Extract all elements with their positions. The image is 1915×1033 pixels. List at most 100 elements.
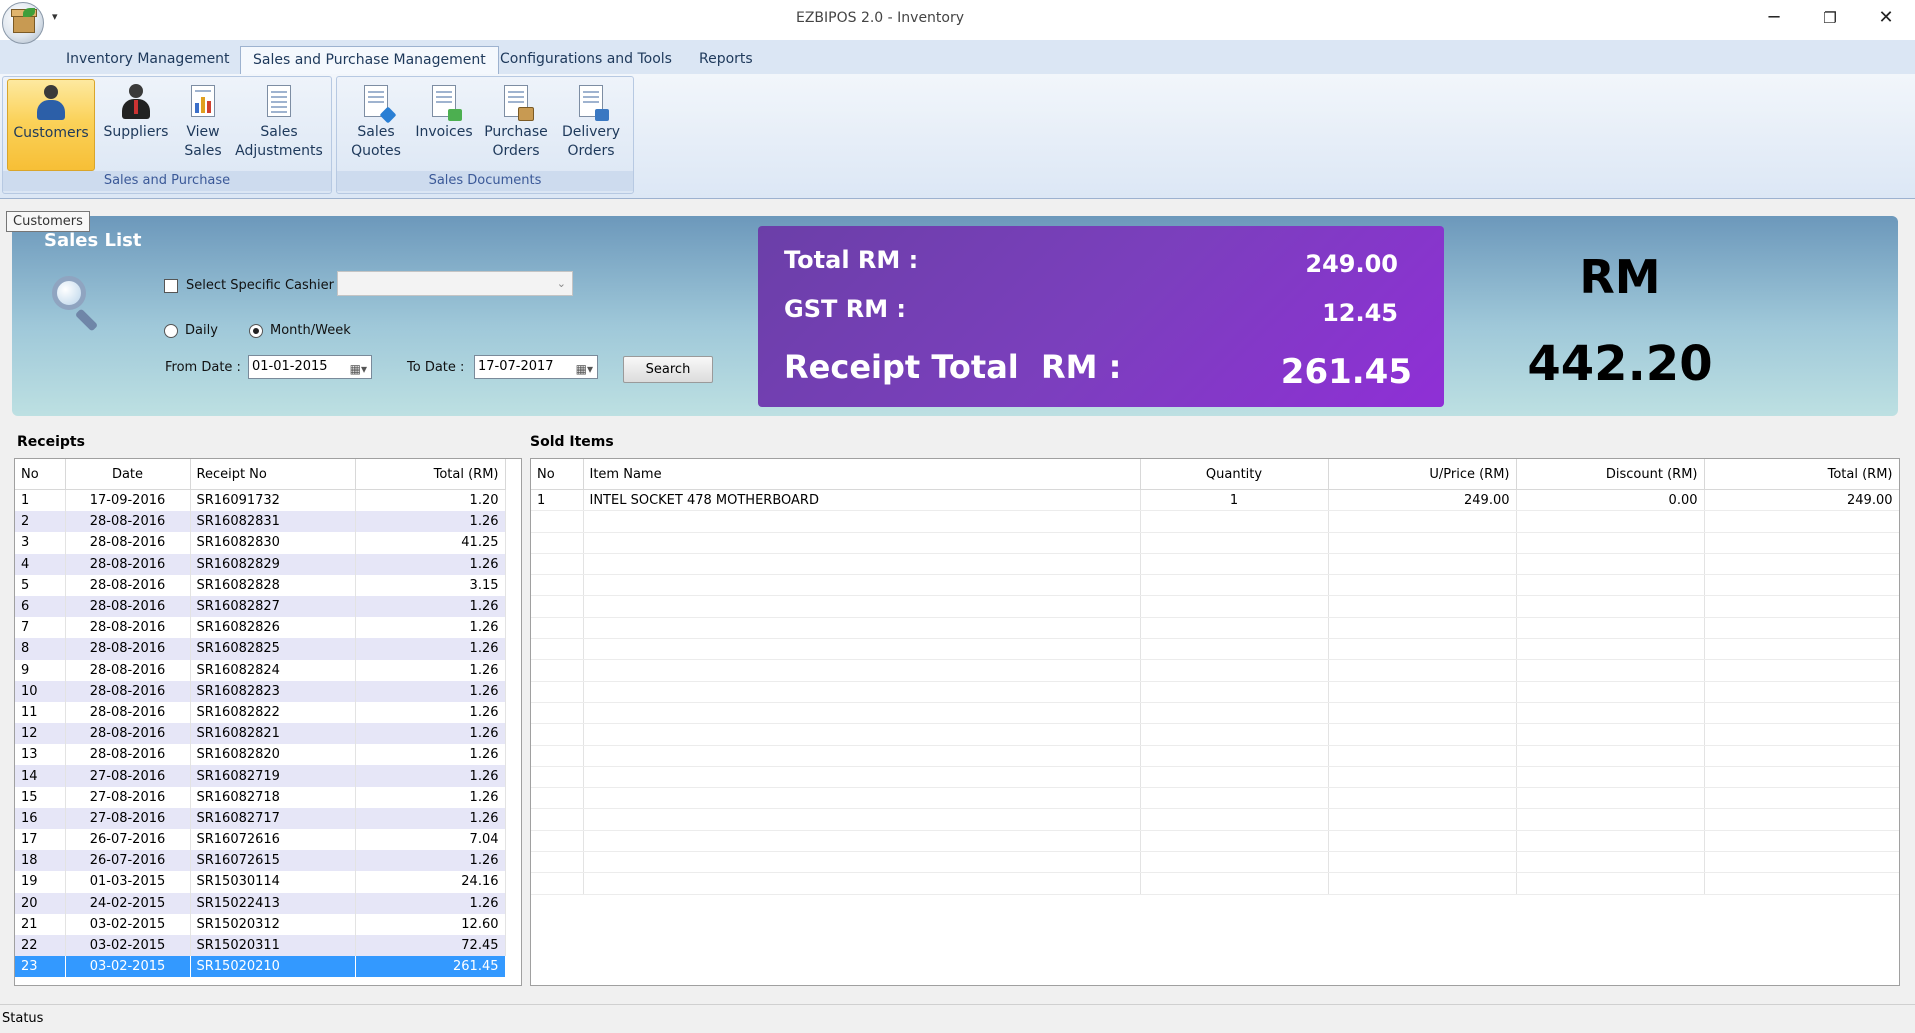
column-header[interactable]: Item Name	[583, 459, 1141, 490]
sales-adjustments-button[interactable]: Sales Adjustments	[233, 79, 325, 171]
column-header[interactable]: Total (RM)	[355, 459, 506, 490]
table-cell: 1.26	[355, 553, 506, 575]
column-header[interactable]: Date	[65, 459, 191, 490]
table-row[interactable]: 9 28-08-2016 SR16082824 1.26	[15, 659, 506, 681]
table-cell	[583, 659, 1141, 682]
select-cashier-checkbox[interactable]	[164, 279, 178, 293]
table-cell	[1328, 574, 1517, 597]
table-cell	[531, 787, 584, 810]
table-cell	[531, 830, 584, 853]
from-date-picker[interactable]: 01-01-2015 ▦▾	[248, 355, 372, 379]
table-row[interactable]: 22 03-02-2015 SR15020311 72.45	[15, 934, 506, 957]
purchase-orders-button[interactable]: Purchase Orders	[479, 79, 553, 171]
table-row[interactable]: 7 28-08-2016 SR16082826 1.26	[15, 617, 506, 639]
tab-inventory-management[interactable]: Inventory Management	[54, 46, 242, 73]
table-row[interactable]: 1 17-09-2016 SR16091732 1.20	[15, 489, 506, 512]
table-cell	[1704, 510, 1899, 533]
cashier-select[interactable]: ⌄	[337, 271, 573, 296]
view-sales-button[interactable]: View Sales	[175, 79, 231, 171]
table-row[interactable]: 21 03-02-2015 SR15020312 12.60	[15, 913, 506, 935]
table-cell: 1.26	[355, 807, 506, 829]
table-row[interactable]: 2 28-08-2016 SR16082831 1.26	[15, 511, 506, 533]
column-header[interactable]: Discount (RM)	[1516, 459, 1705, 490]
table-cell: SR16091732	[190, 489, 356, 512]
column-header[interactable]: Receipt No	[190, 459, 356, 490]
suppliers-button[interactable]: Suppliers	[99, 79, 173, 171]
invoices-button[interactable]: Invoices	[411, 79, 477, 171]
tab-configurations-and-tools[interactable]: Configurations and Tools	[488, 46, 684, 73]
table-cell: 28-08-2016	[65, 701, 191, 724]
table-cell	[1704, 681, 1899, 703]
search-button[interactable]: Search	[623, 356, 713, 383]
table-row[interactable]: 8 28-08-2016 SR16082825 1.26	[15, 638, 506, 660]
table-row[interactable]: 12 28-08-2016 SR16082821 1.26	[15, 723, 506, 745]
sold-items-grid[interactable]: No Item Name Quantity U/Price (RM) Disco…	[530, 458, 1900, 986]
table-cell	[531, 638, 584, 661]
gst-label: GST RM :	[784, 295, 907, 323]
empty-row	[531, 532, 1899, 554]
close-button[interactable]: ✕	[1858, 0, 1914, 36]
column-header[interactable]: No	[531, 459, 584, 490]
column-header[interactable]: U/Price (RM)	[1328, 459, 1517, 490]
tab-reports[interactable]: Reports	[687, 46, 765, 73]
table-row[interactable]: 10 28-08-2016 SR16082823 1.26	[15, 680, 506, 702]
table-cell: 27-08-2016	[65, 765, 191, 787]
table-row[interactable]: 3 28-08-2016 SR16082830 41.25	[15, 532, 506, 554]
table-row[interactable]: 18 26-07-2016 SR16072615 1.26	[15, 850, 506, 872]
minimize-button[interactable]: ─	[1746, 0, 1802, 36]
table-row[interactable]: 14 27-08-2016 SR16082719 1.26	[15, 765, 506, 787]
table-cell: 21	[15, 913, 66, 935]
column-header[interactable]: No	[15, 459, 66, 490]
tab-sales-and-purchase-management[interactable]: Sales and Purchase Management	[240, 46, 499, 75]
daily-radio[interactable]	[164, 324, 178, 338]
table-cell: 1.26	[355, 617, 506, 639]
table-row[interactable]: 13 28-08-2016 SR16082820 1.26	[15, 744, 506, 766]
table-row[interactable]: 20 24-02-2015 SR15022413 1.26	[15, 892, 506, 914]
table-cell: 26-07-2016	[65, 829, 191, 851]
delivery-orders-button[interactable]: Delivery Orders	[555, 79, 627, 171]
table-cell: 1	[531, 489, 584, 512]
table-cell	[1328, 617, 1517, 640]
sales-quotes-button[interactable]: Sales Quotes	[343, 79, 409, 171]
table-cell: 1.26	[355, 511, 506, 533]
table-row[interactable]: 16 27-08-2016 SR16082717 1.26	[15, 807, 506, 829]
table-row[interactable]: 19 01-03-2015 SR15030114 24.16	[15, 871, 506, 893]
to-date-picker[interactable]: 17-07-2017 ▦▾	[474, 355, 598, 379]
application-menu-button[interactable]	[2, 2, 44, 44]
table-cell: 10	[15, 680, 66, 702]
month-week-radio[interactable]	[249, 324, 263, 338]
table-row[interactable]: 17 26-07-2016 SR16072616 7.04	[15, 829, 506, 851]
table-cell	[1516, 723, 1705, 746]
table-row[interactable]: 4 28-08-2016 SR16082829 1.26	[15, 553, 506, 575]
empty-row	[531, 808, 1899, 831]
delivery-orders-label: Delivery Orders	[561, 124, 621, 159]
receipts-grid[interactable]: No Date Receipt No Total (RM) 1 17-09-201…	[14, 458, 522, 986]
table-row[interactable]: 23 03-02-2015 SR15020210 261.45	[15, 956, 506, 978]
table-cell: SR16082719	[190, 765, 356, 787]
table-cell	[583, 510, 1141, 533]
table-row[interactable]: 1 INTEL SOCKET 478 MOTHERBOARD 1 249.00 0.00…	[531, 489, 1899, 512]
table-cell	[1704, 574, 1899, 597]
title-bar: ▾ EZBIPOS 2.0 - Inventory ─ ❐ ✕	[0, 0, 1915, 40]
calendar-icon[interactable]: ▦▾	[576, 358, 593, 380]
maximize-button[interactable]: ❐	[1802, 0, 1858, 36]
view-sales-label: View Sales	[184, 124, 222, 159]
from-date-label: From Date :	[165, 360, 241, 375]
table-row[interactable]: 15 27-08-2016 SR16082718 1.26	[15, 786, 506, 808]
table-cell: 27-08-2016	[65, 807, 191, 829]
customers-button[interactable]: Customers	[7, 79, 95, 171]
calendar-icon[interactable]: ▦▾	[350, 358, 367, 380]
sold-items-title: Sold Items	[530, 434, 614, 450]
empty-row	[531, 766, 1899, 789]
table-row[interactable]: 11 28-08-2016 SR16082822 1.26	[15, 701, 506, 724]
table-row[interactable]: 5 28-08-2016 SR16082828 3.15	[15, 574, 506, 596]
table-cell	[1140, 745, 1329, 767]
table-row[interactable]: 6 28-08-2016 SR16082827 1.26	[15, 595, 506, 618]
table-cell: 1	[15, 489, 66, 512]
receipt-total-label: Receipt Total RM :	[784, 348, 1122, 386]
column-header[interactable]: Total (RM)	[1704, 459, 1899, 490]
table-cell	[1328, 702, 1517, 725]
column-header[interactable]: Quantity	[1140, 459, 1329, 490]
sales-list-title: Sales List	[44, 230, 142, 251]
invoices-icon	[426, 83, 462, 121]
